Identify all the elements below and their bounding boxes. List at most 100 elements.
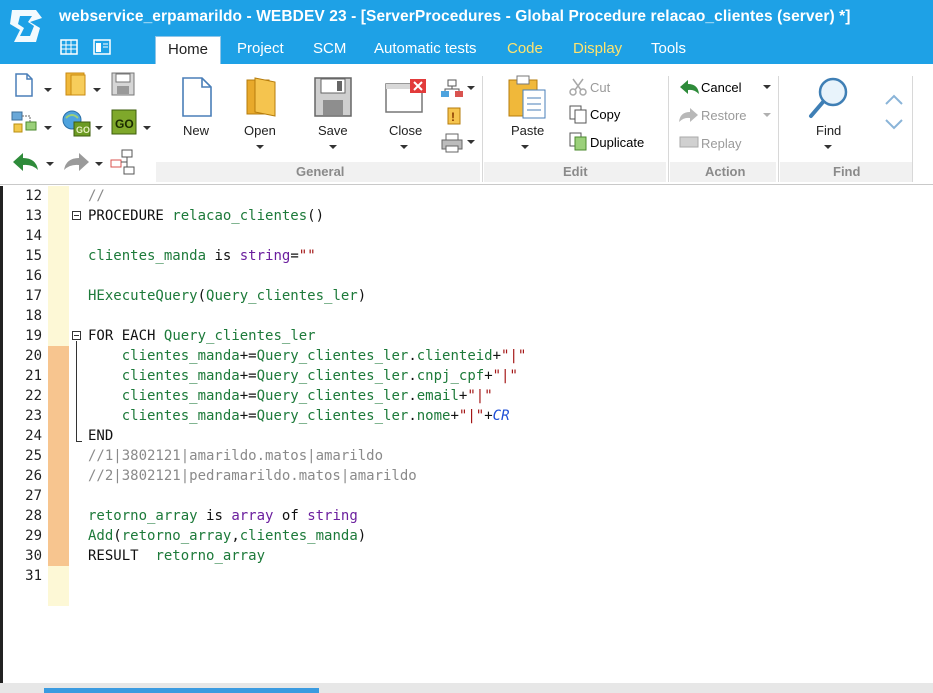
redo-arrow-icon[interactable] [678,106,700,124]
code-text: // [88,188,105,204]
forward-arrow-icon[interactable] [60,150,92,174]
close-button[interactable]: Close [389,123,422,138]
code-text: FOR EACH Query_clientes_ler [88,328,316,344]
chevron-down-icon[interactable] [763,85,771,89]
code-line: 17 HExecuteQuery(Query_clientes_ler) [0,286,933,306]
paste-icon[interactable] [505,74,549,120]
code-line: 25 //1|3802121|amarildo.matos|amarildo [0,446,933,466]
duplicate-button[interactable]: Duplicate [590,135,644,150]
chevron-down-icon[interactable] [143,126,151,130]
open-button[interactable]: Open [244,123,276,138]
chevron-down-icon[interactable] [824,145,832,149]
code-text: PROCEDURE relacao_clientes() [88,208,325,224]
group-label-action: Action [705,164,746,179]
line-number: 18 [25,308,42,324]
replay-icon[interactable] [678,134,700,150]
code-line: 18 [0,306,933,326]
replay-button[interactable]: Replay [701,136,741,151]
find-button[interactable]: Find [816,123,841,138]
go-page-icon[interactable]: GO [110,108,138,136]
chevron-down-icon[interactable] [256,145,264,149]
group-label-general: General [296,164,345,179]
hierarchy-icon[interactable] [108,148,138,176]
code-text: RESULT retorno_array [88,548,266,564]
line-number: 26 [25,468,42,484]
window-title: webservice_erpamarildo - WEBDEV 23 - [Se… [59,8,851,25]
back-arrow-icon[interactable] [10,150,42,174]
ribbon: GO GO New Open Save Close ! General Past… [0,64,933,185]
chevron-down-icon[interactable] [467,140,475,144]
code-text: clientes_manda+=Query_clientes_ler.email… [121,388,493,404]
tab-code[interactable]: Code [507,36,543,64]
line-number: 24 [25,428,42,444]
duplicate-icon[interactable] [568,131,588,151]
new-small-icon[interactable] [12,72,36,98]
grid-view-icon[interactable] [59,37,79,57]
scissors-icon[interactable] [568,77,588,97]
save-button[interactable]: Save [318,123,348,138]
horizontal-scrollbar[interactable] [44,688,319,693]
scroll-up-icon[interactable] [884,92,904,106]
tab-home[interactable]: Home [155,36,222,64]
line-number: 16 [25,268,42,284]
paste-button[interactable]: Paste [511,123,544,138]
code-text: clientes_manda+=Query_clientes_ler.clien… [121,348,527,364]
webdev-logo-icon[interactable] [6,6,46,46]
cancel-button[interactable]: Cancel [701,80,741,95]
organize-icon[interactable] [440,78,464,100]
new-document-icon[interactable] [180,76,214,118]
code-editor[interactable]: 12 // 13 PROCEDURE relacao_clientes() 14… [0,186,933,683]
magnifier-icon[interactable] [807,74,853,122]
project-explorer-icon[interactable] [10,108,40,136]
tab-project[interactable]: Project [237,36,284,64]
code-line: 29 Add(retorno_array,clientes_manda) [0,526,933,546]
line-number: 13 [25,208,42,224]
copy-icon[interactable] [568,104,588,124]
folder-open-icon[interactable] [245,74,277,118]
code-line: 31 [0,566,933,586]
chevron-down-icon[interactable] [95,126,103,130]
chevron-down-icon[interactable] [93,88,101,92]
undo-arrow-icon[interactable] [678,78,700,96]
svg-text:!: ! [451,110,455,124]
close-window-icon[interactable] [384,78,428,116]
line-number: 23 [25,408,42,424]
print-icon[interactable] [440,132,464,154]
go-test-icon[interactable]: GO [60,108,92,138]
code-line: 28 retorno_array is array of string [0,506,933,526]
copy-button[interactable]: Copy [590,107,620,122]
chevron-down-icon[interactable] [44,126,52,130]
tab-automatic-tests[interactable]: Automatic tests [374,36,477,64]
line-number: 20 [25,348,42,364]
chevron-down-icon[interactable] [467,86,475,90]
chevron-down-icon[interactable] [763,113,771,117]
code-text: clientes_manda+=Query_clientes_ler.nome+… [121,408,510,424]
tab-display[interactable]: Display [573,36,622,64]
chevron-down-icon[interactable] [400,145,408,149]
group-separator [778,76,779,182]
folder-open-small-icon[interactable] [63,70,89,98]
new-button[interactable]: New [183,123,209,138]
chevron-down-icon[interactable] [44,88,52,92]
line-number: 17 [25,288,42,304]
chevron-down-icon[interactable] [46,162,54,166]
chevron-down-icon[interactable] [95,162,103,166]
group-label-find: Find [833,164,861,179]
group-separator [668,76,669,182]
tab-scm[interactable]: SCM [313,36,346,64]
code-line: 27 [0,486,933,506]
tab-tools[interactable]: Tools [651,36,686,64]
chevron-down-icon[interactable] [521,145,529,149]
chevron-down-icon[interactable] [329,145,337,149]
line-number: 12 [25,188,42,204]
save-small-icon[interactable] [110,71,136,97]
restore-button[interactable]: Restore [701,108,747,123]
scroll-down-icon[interactable] [884,118,904,132]
code-line: 30 RESULT retorno_array [0,546,933,566]
cut-button[interactable]: Cut [590,80,610,95]
window-layout-icon[interactable] [92,37,112,57]
code-text: Add(retorno_array,clientes_manda) [88,528,367,544]
warning-icon[interactable]: ! [444,106,464,126]
code-line: 13 PROCEDURE relacao_clientes() [0,206,933,226]
save-icon[interactable] [313,76,353,118]
